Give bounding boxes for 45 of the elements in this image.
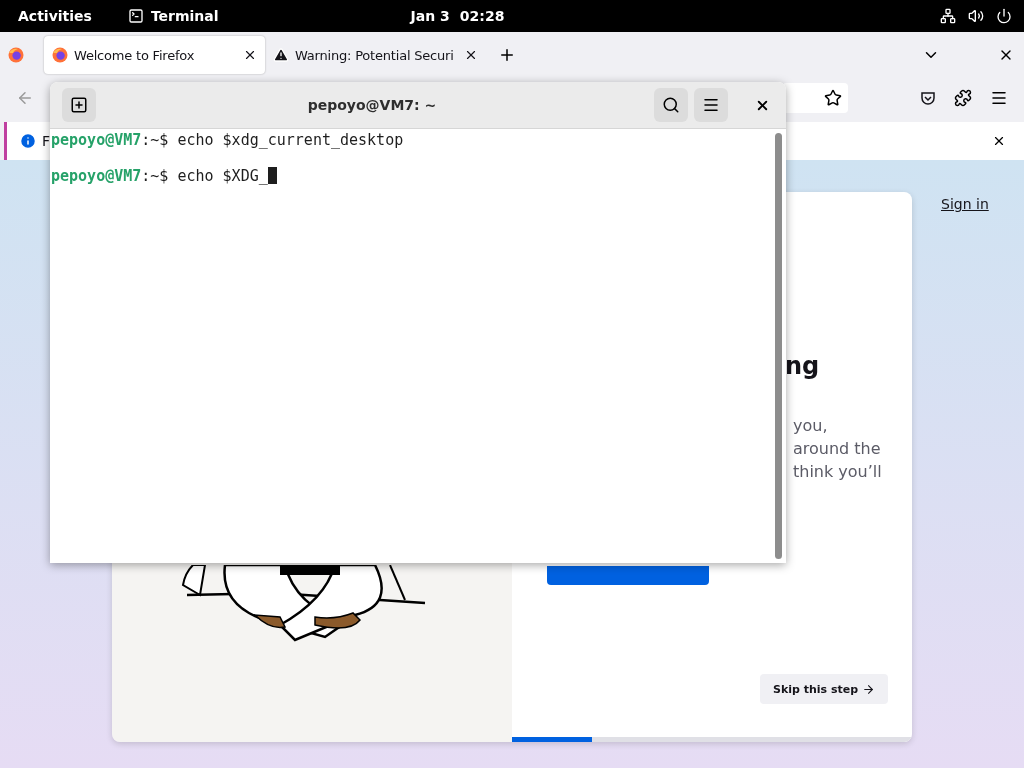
plus-icon [70, 96, 88, 114]
firefox-icon [52, 47, 68, 63]
command-text: :~$ echo $xdg_current_desktop [141, 131, 404, 149]
paragraph-line: think you’ll [793, 461, 883, 483]
power-icon[interactable] [996, 8, 1012, 24]
clock-date[interactable]: Jan 3 [410, 8, 450, 24]
warning-icon [273, 47, 289, 63]
activities-button[interactable]: Activities [18, 8, 92, 24]
menu-icon [702, 96, 720, 114]
close-icon[interactable] [243, 48, 257, 62]
clock-time[interactable]: 02:28 [459, 8, 505, 24]
scrollbar[interactable] [775, 133, 782, 559]
close-icon[interactable] [992, 134, 1006, 148]
tab-title: Welcome to Firefox [74, 47, 196, 63]
volume-icon[interactable] [968, 8, 984, 24]
paragraph-line: you, [793, 415, 829, 437]
menu-icon[interactable] [990, 89, 1008, 107]
menu-button[interactable] [694, 88, 728, 122]
command-text: :~$ echo $XDG_ [141, 167, 268, 185]
star-icon[interactable] [824, 89, 842, 107]
firefox-icon [8, 47, 24, 63]
url-field[interactable] [782, 83, 848, 113]
arrow-right-icon [862, 682, 876, 696]
terminal-icon [127, 8, 144, 24]
prompt-user: pepoyo@VM7 [51, 167, 142, 185]
sign-in-link[interactable]: Sign in [941, 196, 989, 212]
browser-tab[interactable]: Welcome to Firefox [44, 36, 265, 74]
search-button[interactable] [654, 88, 688, 122]
window-title: pepoyo@VM7: ~ [306, 97, 438, 113]
extensions-icon[interactable] [954, 89, 972, 107]
skip-button[interactable]: Skip this step [760, 674, 888, 704]
info-icon [19, 132, 37, 150]
pocket-icon[interactable] [920, 90, 936, 106]
new-tab-button[interactable] [62, 88, 96, 122]
search-icon [662, 96, 680, 114]
paragraph-line: around the [793, 438, 882, 460]
new-tab-icon[interactable] [498, 46, 516, 64]
browser-tab[interactable]: Warning: Potential Securi [265, 36, 486, 74]
close-icon[interactable] [464, 48, 478, 62]
tab-title: Warning: Potential Securi [295, 47, 455, 63]
heading: ng [785, 352, 821, 380]
prompt-user: pepoyo@VM7 [51, 131, 142, 149]
notification-text: F [42, 133, 51, 149]
app-menu[interactable]: Terminal [150, 8, 219, 24]
network-icon[interactable] [940, 8, 956, 24]
